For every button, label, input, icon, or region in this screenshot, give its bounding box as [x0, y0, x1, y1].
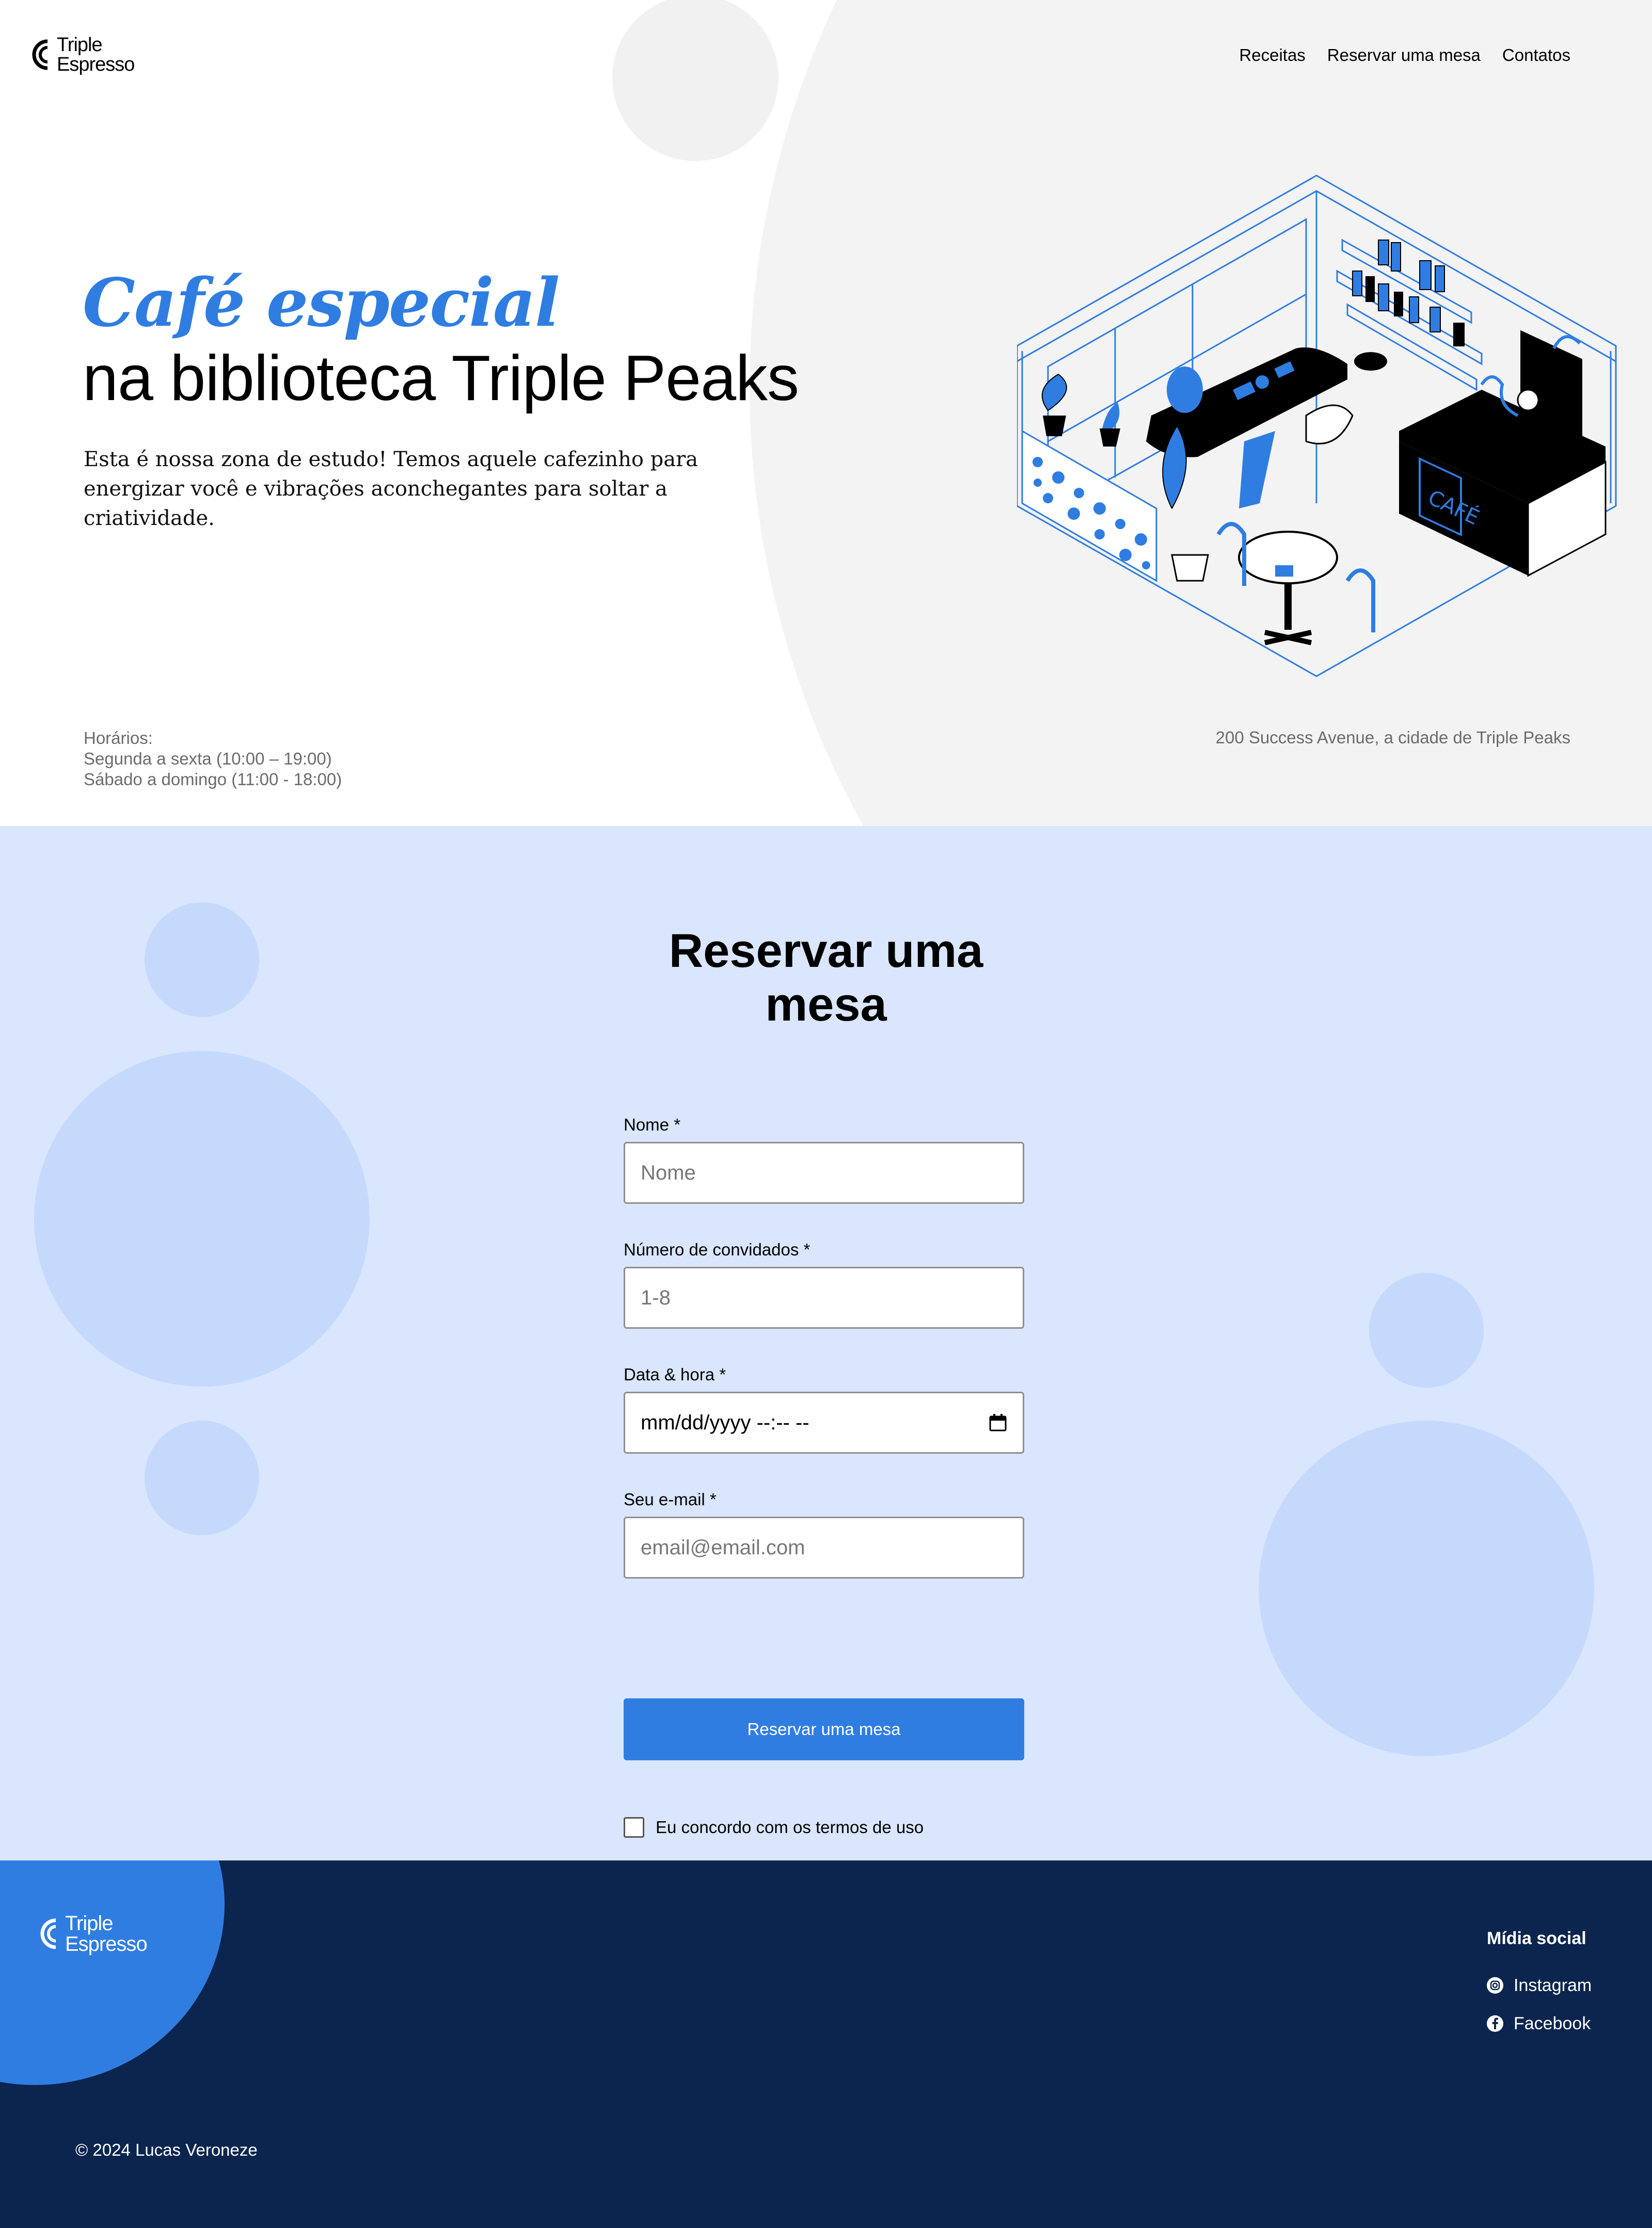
terms-checkbox[interactable]: [624, 1817, 644, 1838]
footer-logo[interactable]: Triple Espresso: [38, 1912, 148, 1955]
hours-weekdays: Segunda a sexta (10:00 – 19:00): [84, 749, 332, 768]
field-datetime: Data & hora * mm/dd/yyyy --:-- --: [624, 1365, 1024, 1454]
datetime-input[interactable]: mm/dd/yyyy --:-- --: [624, 1392, 1024, 1454]
hours-weekend: Sábado a domingo (11:00 - 18:00): [84, 770, 342, 789]
email-input[interactable]: email@email.com: [624, 1517, 1024, 1579]
logo-text: Triple Espresso: [57, 34, 135, 75]
decorative-circle: [1369, 1273, 1484, 1388]
address: 200 Success Avenue, a cidade de Triple P…: [1215, 728, 1570, 747]
logo-text: Triple Espresso: [65, 1912, 148, 1955]
opening-hours: Horários: Segunda a sexta (10:00 – 19:00…: [84, 728, 342, 790]
main-nav: Receitas Reservar uma mesa Contatos: [1239, 45, 1570, 65]
reservation-title-line-1: Reservar uma: [669, 925, 983, 977]
social-title: Mídia social: [1487, 1929, 1586, 1948]
reservation-title-line-2: mesa: [765, 978, 887, 1031]
hero-title-highlight: Café especial: [83, 264, 560, 342]
instagram-icon: [1487, 1977, 1503, 1994]
header-logo[interactable]: Triple Espresso: [30, 34, 135, 75]
decorative-circle: [1259, 1421, 1594, 1756]
hero-decorative-circle: [612, 0, 779, 161]
terms-label[interactable]: Eu concordo com os termos de uso: [656, 1818, 924, 1837]
terms-row: Eu concordo com os termos de uso: [624, 1817, 924, 1838]
field-name: Nome * Nome: [624, 1115, 1024, 1204]
cafe-illustration: CAFÉ: [1017, 174, 1617, 677]
hero-description: Esta é nossa zona de estudo! Temos aquel…: [84, 448, 698, 530]
field-email: Seu e-mail * email@email.com: [624, 1490, 1024, 1579]
social-media: Mídia social Instagram Facebook: [1487, 1929, 1592, 2043]
instagram-label: Instagram: [1514, 1975, 1592, 1995]
decorative-circle: [145, 1421, 259, 1535]
nav-link-reservar[interactable]: Reservar uma mesa: [1327, 45, 1481, 65]
guests-input[interactable]: 1-8: [624, 1267, 1024, 1329]
hero-title: na biblioteca Triple Peaks: [83, 343, 799, 414]
name-input[interactable]: Nome: [624, 1142, 1024, 1204]
logo-line-2: Espresso: [65, 1933, 148, 1955]
copyright: © 2024 Lucas Veroneze: [75, 2140, 258, 2159]
decorative-circle: [145, 902, 259, 1017]
logo-line-1: Triple: [65, 1912, 114, 1935]
email-label: Seu e-mail *: [624, 1490, 717, 1509]
reservation-section: Reservar uma mesa Nome * Nome Número de …: [0, 826, 1652, 1860]
name-label: Nome *: [624, 1115, 681, 1134]
social-link-instagram[interactable]: Instagram: [1487, 1966, 1592, 2004]
datetime-value: mm/dd/yyyy --:-- --: [641, 1411, 809, 1434]
reserve-submit-button[interactable]: Reservar uma mesa: [624, 1698, 1024, 1760]
facebook-label: Facebook: [1514, 2013, 1591, 2033]
field-guests: Número de convidados * 1-8: [624, 1240, 1024, 1329]
decorative-circle: [34, 1051, 370, 1387]
guests-label: Número de convidados *: [624, 1240, 811, 1259]
logo-line-2: Espresso: [57, 54, 135, 75]
hours-title: Horários:: [84, 728, 153, 747]
logo-icon: [32, 39, 48, 70]
footer: Triple Espresso Mídia social Instagram F…: [0, 1860, 1652, 2228]
calendar-icon[interactable]: [989, 1413, 1007, 1432]
social-link-facebook[interactable]: Facebook: [1487, 2004, 1592, 2043]
footer-decorative-circle: [0, 1860, 225, 2085]
hero-section: Triple Espresso Receitas Reservar uma me…: [0, 0, 1652, 826]
facebook-icon: [1487, 2015, 1503, 2032]
datetime-label: Data & hora *: [624, 1365, 726, 1384]
reservation-title: Reservar uma mesa: [620, 924, 1032, 1031]
logo-line-1: Triple: [57, 34, 103, 56]
nav-link-receitas[interactable]: Receitas: [1239, 45, 1305, 65]
logo-icon: [40, 1918, 56, 1949]
nav-link-contatos[interactable]: Contatos: [1502, 45, 1570, 65]
